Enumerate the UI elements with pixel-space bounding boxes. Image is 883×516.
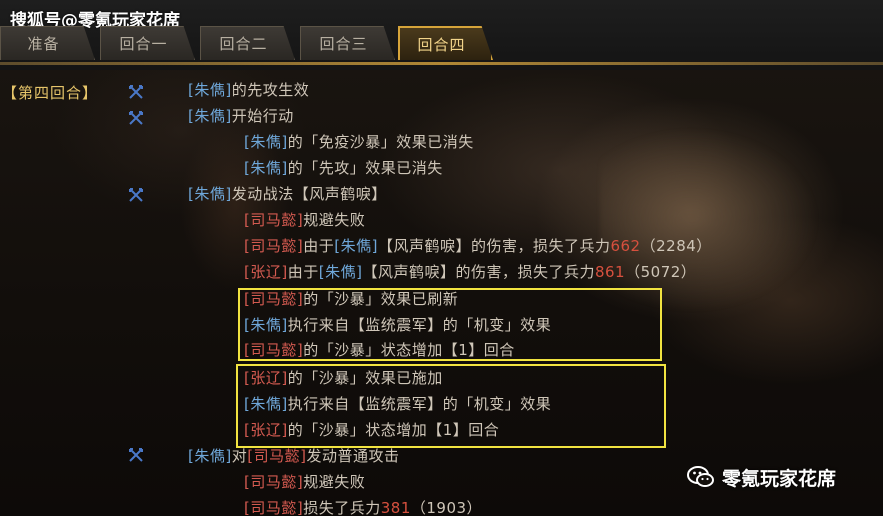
log-text: 开始行动 [231, 107, 294, 125]
crossed-swords-icon [129, 85, 143, 99]
enemy-name: [张辽] [244, 263, 288, 281]
top-bar: 搜狐号@零氪玩家花席 准备 回合一 回合二 回合三 回合四 [0, 0, 883, 70]
log-line: [朱儁]的「先攻」效果已消失 [244, 156, 443, 180]
ally-name: [朱儁] [244, 316, 288, 334]
log-line: [朱儁]开始行动 [188, 104, 294, 128]
tab-round-3[interactable]: 回合三 [300, 26, 395, 60]
wechat-icon [687, 466, 714, 487]
enemy-name: [司马懿] [244, 211, 304, 229]
log-text: 执行来自【监统震军】的「机变」效果 [287, 316, 552, 334]
log-text: 的「沙暴」状态增加【1】回合 [287, 421, 500, 439]
ally-name: [朱儁] [188, 81, 232, 99]
enemy-name: [张辽] [244, 421, 288, 439]
watermark-bottom: 零氪玩家花席 [686, 462, 836, 492]
log-line: [朱儁]对[司马懿]发动普通攻击 [188, 444, 399, 468]
ally-name: [朱儁] [188, 185, 232, 203]
log-line: [朱儁]的先攻生效 [188, 78, 309, 102]
log-line: [朱儁]执行来自【监统震军】的「机变」效果 [244, 392, 551, 416]
log-line: [司马懿]损失了兵力381（1903） [244, 496, 482, 516]
ally-name: [朱儁] [244, 133, 288, 151]
ally-name: [朱儁] [188, 447, 232, 465]
enemy-name: [司马懿] [244, 499, 304, 516]
log-line: [朱儁]发动战法【风声鹤唳】 [188, 182, 387, 206]
enemy-name: [司马懿] [244, 341, 304, 359]
enemy-name: [张辽] [244, 369, 288, 387]
damage-value: 861 [594, 263, 626, 281]
enemy-name: [司马懿] [244, 290, 304, 308]
battle-log: 【第四回合】 [朱儁]的先攻生效 [朱儁]开始行动 [朱儁]的「免疫沙暴」效果已… [0, 70, 883, 516]
log-line: [司马懿]的「沙暴」状态增加【1】回合 [244, 338, 515, 362]
tab-round-2[interactable]: 回合二 [200, 26, 295, 60]
log-line: [司马懿]规避失败 [244, 470, 365, 494]
enemy-name: [司马懿] [247, 447, 307, 465]
log-text: 发动战法【风声鹤唳】 [231, 185, 387, 203]
log-text: 执行来自【监统震军】的「机变」效果 [287, 395, 552, 413]
watermark-bottom-text: 零氪玩家花席 [722, 467, 837, 490]
ally-name: [朱儁] [318, 263, 363, 281]
log-text: 发动普通攻击 [306, 447, 400, 465]
log-line: [司马懿]规避失败 [244, 208, 365, 232]
ally-name: [朱儁] [244, 395, 288, 413]
damage-value: 662 [610, 237, 641, 255]
log-text: 由于 [287, 263, 319, 281]
log-line: [朱儁]执行来自【监统震军】的「机变」效果 [244, 313, 551, 337]
enemy-name: [司马懿] [244, 237, 304, 255]
log-text: 的「沙暴」效果已施加 [287, 369, 443, 387]
ally-name: [朱儁] [244, 159, 288, 177]
crossed-swords-icon [129, 448, 143, 462]
log-text: 的「免疫沙暴」效果已消失 [287, 133, 474, 151]
round-label: 【第四回合】 [2, 84, 99, 102]
tab-prepare[interactable]: 准备 [0, 26, 95, 60]
remaining-troops: （2284） [640, 237, 712, 255]
log-text: 的先攻生效 [231, 81, 310, 99]
log-line: [司马懿]的「沙暴」效果已刷新 [244, 287, 458, 311]
tab-round-4[interactable]: 回合四 [398, 26, 493, 60]
log-text: 的「先攻」效果已消失 [287, 159, 443, 177]
log-text: 【风声鹤唳】的伤害，损失了兵力 [362, 263, 595, 281]
tab-underline [0, 62, 883, 65]
remaining-troops: （1903） [410, 499, 483, 516]
remaining-troops: （5072） [625, 263, 697, 281]
crossed-swords-icon [129, 111, 143, 125]
tab-round-1[interactable]: 回合一 [100, 26, 195, 60]
ally-name: [朱儁] [334, 237, 378, 255]
log-text: 【风声鹤唳】的伤害，损失了兵力 [377, 237, 611, 255]
log-line: [朱儁]的「免疫沙暴」效果已消失 [244, 130, 474, 154]
crossed-swords-icon [129, 188, 143, 202]
log-line: [张辽]的「沙暴」效果已施加 [244, 366, 443, 390]
log-line: [司马懿]由于[朱儁]【风声鹤唳】的伤害，损失了兵力662（2284） [244, 234, 712, 258]
log-text: 的「沙暴」效果已刷新 [303, 290, 459, 308]
ally-name: [朱儁] [188, 107, 232, 125]
log-line: [张辽]由于[朱儁]【风声鹤唳】的伤害，损失了兵力861（5072） [244, 260, 696, 284]
log-text: 对 [231, 447, 248, 465]
log-text: 损失了兵力 [303, 499, 381, 516]
log-text: 由于 [303, 237, 335, 255]
round-tabs: 准备 回合一 回合二 回合三 回合四 [0, 26, 883, 62]
log-text: 的「沙暴」状态增加【1】回合 [303, 341, 515, 359]
log-text: 规避失败 [303, 211, 366, 229]
log-text: 规避失败 [303, 473, 366, 491]
log-line: [张辽]的「沙暴」状态增加【1】回合 [244, 418, 499, 442]
damage-value: 381 [380, 499, 411, 516]
enemy-name: [司马懿] [244, 473, 304, 491]
